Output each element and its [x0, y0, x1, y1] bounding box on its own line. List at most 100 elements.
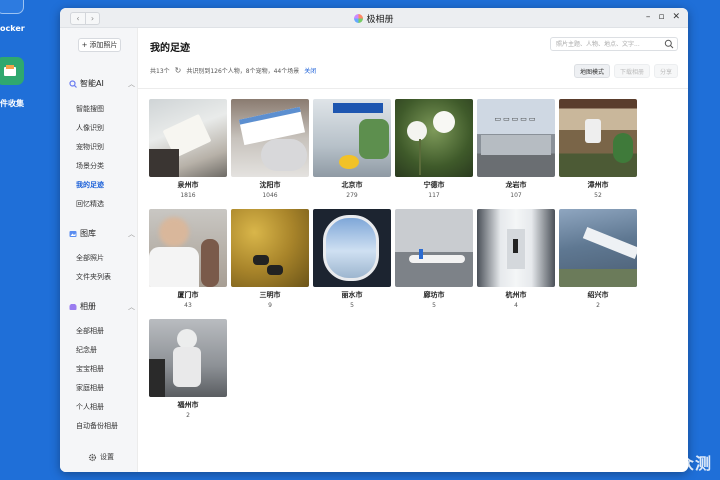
chevron-up-icon: ︿ [128, 229, 135, 238]
stats-total: 共13个 [150, 68, 170, 75]
sidebar-item-memories[interactable]: 回忆精选 [76, 199, 104, 209]
watermark: 新浪众测 [643, 454, 712, 473]
location-count: 52 [594, 192, 602, 199]
refresh-icon[interactable]: ↻ [175, 66, 182, 75]
location-count: 117 [428, 192, 440, 199]
location-card[interactable]: 沈阳市 1046 [231, 99, 309, 199]
app-window: ‹ › 极相册 – ▫ ✕ + 添加照片 智能AI ︿ 智能搜图 人像识别 宠物识别… [60, 8, 688, 472]
sidebar-section-gallery[interactable]: 图库 ︿ [69, 228, 135, 239]
sidebar-item-auto-backup[interactable]: 自动备份相册 [76, 421, 118, 431]
location-card[interactable]: 绍兴市 2 [559, 209, 637, 309]
location-card[interactable]: 福州市 2 [149, 319, 227, 419]
chevron-up-icon: ︿ [128, 79, 135, 88]
location-thumbnail [231, 209, 309, 287]
location-card[interactable]: 廊坊市 5 [395, 209, 473, 309]
page-title: 我的足迹 [150, 43, 190, 54]
desktop-app-icon[interactable] [0, 0, 24, 14]
location-count: 4 [514, 302, 518, 309]
sidebar-item-all-albums[interactable]: 全部相册 [76, 326, 104, 336]
file-collect-label: 件收集 [0, 99, 24, 108]
location-city: 福州市 [177, 401, 199, 409]
location-thumbnail [559, 209, 637, 287]
location-count: 5 [432, 302, 436, 309]
sidebar-section-ai[interactable]: 智能AI ︿ [69, 78, 135, 89]
location-count: 2 [596, 302, 600, 309]
location-city: 龙岩市 [505, 181, 527, 189]
add-photo-button[interactable]: + 添加照片 [78, 38, 121, 52]
sidebar: + 添加照片 智能AI ︿ 智能搜图 人像识别 宠物识别 场景分类 我的足迹 回忆精… [60, 28, 138, 472]
location-city: 漳州市 [587, 181, 609, 189]
stats-bar: 共13个 ↻ 共识别到126个人物，8个宠物，44个场景 关闭 [150, 66, 316, 75]
location-thumbnail [313, 99, 391, 177]
location-card[interactable]: 宁德市 117 [395, 99, 473, 199]
map-mode-button[interactable]: 地图模式 [573, 64, 610, 78]
app-title: 极相册 [60, 12, 688, 25]
sparkle-search-icon [69, 79, 77, 88]
search-icon[interactable] [664, 39, 674, 49]
location-city: 杭州市 [505, 291, 527, 299]
location-city: 沈阳市 [259, 181, 281, 189]
location-card[interactable]: 三明市 9 [231, 209, 309, 309]
location-count: 2 [186, 412, 190, 419]
location-card[interactable]: 丽水市 5 [313, 209, 391, 309]
sidebar-item-scene[interactable]: 场景分类 [76, 161, 104, 171]
gallery-icon [69, 230, 77, 237]
file-collect-icon[interactable] [0, 57, 24, 85]
chevron-up-icon: ︿ [128, 302, 135, 311]
location-city: 泉州市 [177, 181, 199, 189]
location-city: 廊坊市 [423, 291, 445, 299]
search-box [550, 37, 678, 51]
gear-icon [88, 453, 97, 461]
location-thumbnail [149, 319, 227, 397]
location-thumbnail [477, 209, 555, 287]
location-card[interactable]: 杭州市 4 [477, 209, 555, 309]
window-controls: – ▫ ✕ [646, 12, 680, 22]
sidebar-item-family[interactable]: 家庭相册 [76, 383, 104, 393]
sidebar-item-all-photos[interactable]: 全部照片 [76, 253, 104, 263]
stats-summary: 共识别到126个人物，8个宠物，44个场景 [186, 68, 300, 75]
location-count: 1816 [180, 192, 196, 199]
location-thumbnail [149, 99, 227, 177]
sidebar-item-footprint[interactable]: 我的足迹 [76, 180, 104, 190]
share-button[interactable]: 分享 [653, 64, 678, 78]
sidebar-section-albums[interactable]: 相册 ︿ [69, 301, 135, 312]
location-card[interactable]: 北京市 279 [313, 99, 391, 199]
divider [138, 88, 688, 89]
sidebar-item-folders[interactable]: 文件夹列表 [76, 272, 111, 282]
location-thumbnail [395, 209, 473, 287]
location-city: 绍兴市 [587, 291, 609, 299]
location-count: 1046 [262, 192, 278, 199]
location-thumbnail [559, 99, 637, 177]
location-city: 厦门市 [177, 291, 199, 299]
location-count: 5 [350, 302, 354, 309]
location-card[interactable]: 厦门市 43 [149, 209, 227, 309]
location-thumbnail [149, 209, 227, 287]
stats-close-link[interactable]: 关闭 [304, 66, 316, 75]
title-bar: ‹ › 极相册 – ▫ ✕ [60, 8, 688, 28]
maximize-icon[interactable]: ▫ [658, 12, 664, 22]
location-count: 279 [346, 192, 358, 199]
sidebar-item-personal[interactable]: 个人相册 [76, 402, 104, 412]
sidebar-item-pet[interactable]: 宠物识别 [76, 142, 104, 152]
minimize-icon[interactable]: – [646, 12, 651, 22]
sidebar-item-memorial[interactable]: 纪念册 [76, 345, 97, 355]
location-city: 丽水市 [341, 291, 363, 299]
location-count: 9 [268, 302, 272, 309]
search-input[interactable] [551, 38, 661, 50]
sidebar-item-face[interactable]: 人像识别 [76, 123, 104, 133]
location-thumbnail [313, 209, 391, 287]
location-city: 北京市 [341, 181, 363, 189]
sidebar-item-smart-search[interactable]: 智能搜图 [76, 104, 104, 114]
plus-icon: + [81, 41, 88, 49]
location-card[interactable]: 泉州市 1816 [149, 99, 227, 199]
location-card[interactable]: 漳州市 52 [559, 99, 637, 199]
location-city: 三明市 [259, 291, 281, 299]
desktop-app-label: ocker [0, 24, 25, 33]
location-count: 43 [184, 302, 192, 309]
close-icon[interactable]: ✕ [672, 12, 680, 22]
download-button[interactable]: 下载相册 [613, 64, 650, 78]
settings-button[interactable]: 设置 [88, 452, 114, 462]
location-city: 宁德市 [423, 181, 445, 189]
location-card[interactable]: ▭▭▭▭▭ 龙岩市 107 [477, 99, 555, 199]
sidebar-item-baby[interactable]: 宝宝相册 [76, 364, 104, 374]
